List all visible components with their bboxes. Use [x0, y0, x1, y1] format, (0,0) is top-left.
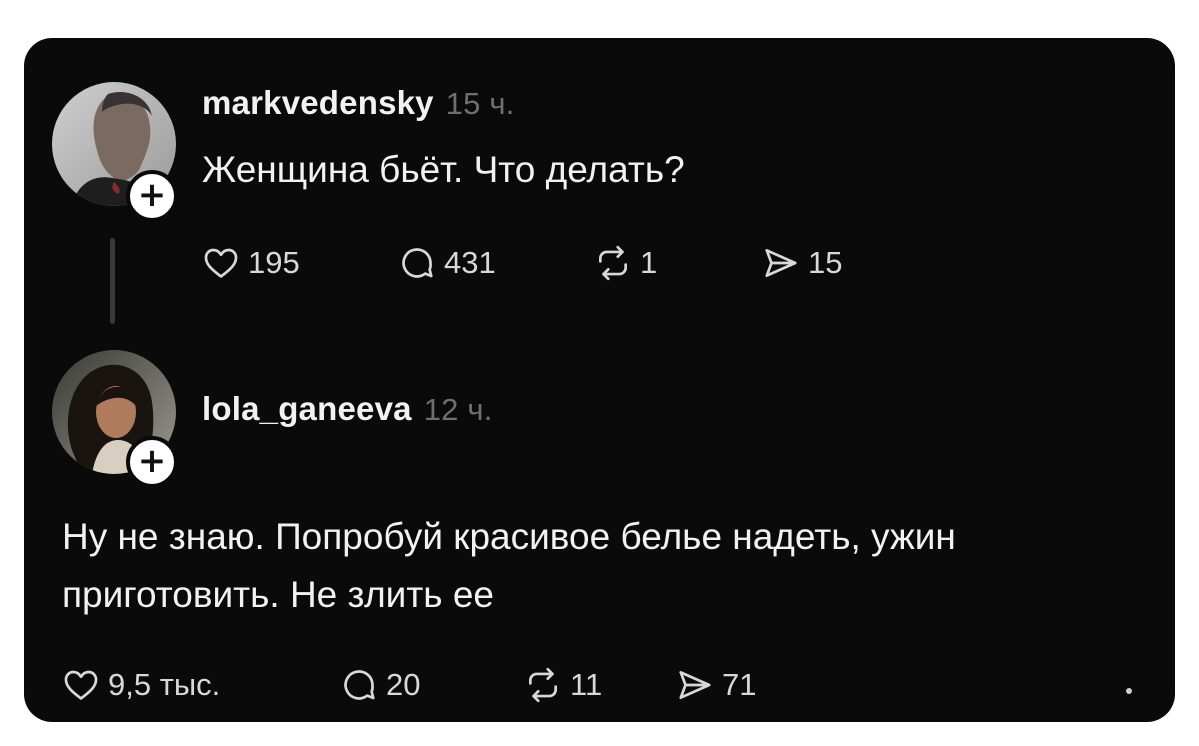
comment-bubble-icon	[344, 670, 375, 700]
username-label[interactable]: lola_ganeeva	[202, 390, 412, 427]
follow-button-markvedensky[interactable]: +	[126, 170, 178, 222]
username-markvedensky[interactable]: markvedensky 15 ч.	[202, 84, 515, 122]
threads-card: + markvedensky 15 ч. Женщина бьёт. Что де…	[24, 38, 1175, 722]
thread-connector-line	[110, 238, 115, 324]
post-text: Ну не знаю. Попробуй красивое белье наде…	[62, 508, 956, 624]
repost-icon	[598, 245, 628, 281]
share-button[interactable]: 71	[676, 666, 756, 704]
comment-count: 20	[386, 667, 421, 702]
comment-button[interactable]: 431	[398, 244, 496, 282]
like-button[interactable]: 195	[202, 244, 300, 282]
username-lola_ganeeva[interactable]: lola_ganeeva 12 ч.	[202, 390, 493, 428]
share-count: 15	[808, 245, 843, 280]
repost-button[interactable]: 11	[524, 666, 602, 704]
repost-icon	[528, 667, 558, 703]
post-text-line: Ну не знаю. Попробуй красивое белье наде…	[62, 516, 956, 557]
username-label[interactable]: markvedensky	[202, 84, 434, 121]
share-count: 71	[722, 667, 757, 702]
post-time: 12 ч.	[423, 392, 493, 427]
send-icon	[765, 248, 797, 278]
like-button[interactable]: 9,5 тыс.	[62, 666, 220, 704]
decorative-dot	[1126, 688, 1132, 694]
post-actions: 195 431 1 15	[202, 244, 902, 284]
heart-icon	[64, 670, 98, 700]
like-count: 9,5 тыс.	[108, 667, 221, 702]
heart-icon	[204, 248, 238, 278]
comment-count: 431	[444, 245, 496, 280]
repost-count: 1	[640, 245, 658, 280]
post-time: 15 ч.	[445, 86, 515, 121]
share-button[interactable]: 15	[762, 244, 842, 282]
follow-button-lola_ganeeva[interactable]: +	[126, 436, 178, 488]
comment-bubble-icon	[402, 248, 433, 278]
post-text-line: приготовить. Не злить ее	[62, 574, 494, 615]
post-actions: 9,5 тыс. 20 11 71	[62, 666, 862, 706]
comment-button[interactable]: 20	[340, 666, 420, 704]
like-count: 195	[248, 245, 300, 280]
repost-count: 11	[570, 667, 603, 702]
send-icon	[679, 670, 711, 700]
repost-button[interactable]: 1	[594, 244, 657, 282]
post-text: Женщина бьёт. Что делать?	[202, 149, 685, 190]
